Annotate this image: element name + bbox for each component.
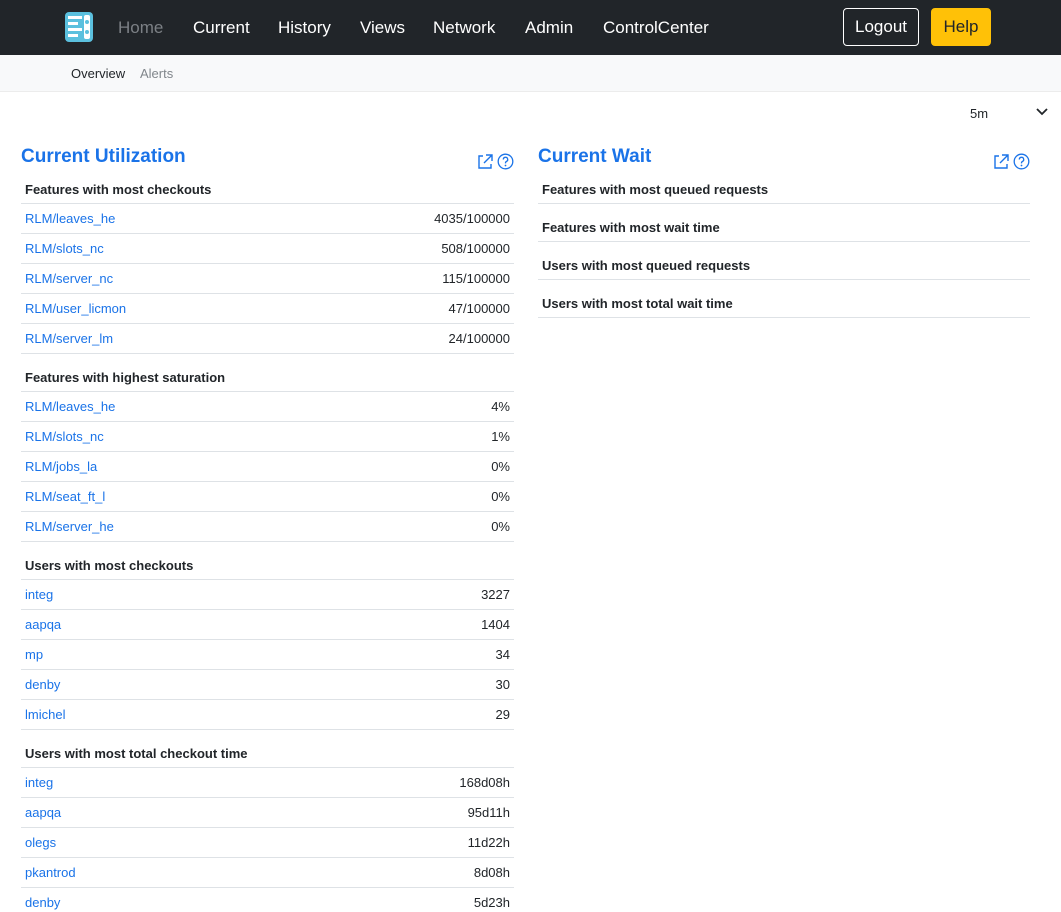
feature-link[interactable]: RLM/server_he xyxy=(25,519,114,534)
row-value: 34 xyxy=(495,647,510,662)
table-row: mp 34 xyxy=(21,640,514,670)
feature-link[interactable]: RLM/server_lm xyxy=(25,331,113,346)
user-link[interactable]: olegs xyxy=(25,835,56,850)
period-select[interactable]: 5m xyxy=(932,100,1054,126)
row-value: 1404 xyxy=(481,617,510,632)
table-row: aapqa 1404 xyxy=(21,610,514,640)
table-row: integ 168d08h xyxy=(21,768,514,798)
utilization-title: Current Utilization xyxy=(21,146,186,167)
row-value: 29 xyxy=(495,707,510,722)
utilization-table: Features with most checkouts RLM/leaves_… xyxy=(21,176,514,912)
subnav-alerts[interactable]: Alerts xyxy=(140,66,173,82)
table-row: RLM/leaves_he 4% xyxy=(21,392,514,422)
section-header: Users with most queued requests xyxy=(538,242,1030,280)
table-row: RLM/server_lm 24/100000 xyxy=(21,324,514,354)
help-button[interactable]: Help xyxy=(931,8,991,46)
section-header: Users with most checkouts xyxy=(21,542,514,580)
table-row: RLM/seat_ft_l 0% xyxy=(21,482,514,512)
feature-link[interactable]: RLM/slots_nc xyxy=(25,241,104,256)
wait-title: Current Wait xyxy=(538,146,652,167)
row-value: 24/100000 xyxy=(448,331,510,346)
question-circle-icon[interactable] xyxy=(497,153,514,170)
table-row: lmichel 29 xyxy=(21,700,514,730)
app-logo[interactable] xyxy=(65,12,93,42)
feature-link[interactable]: RLM/server_nc xyxy=(25,271,113,286)
row-value: 168d08h xyxy=(459,775,510,790)
feature-link[interactable]: RLM/leaves_he xyxy=(25,399,115,414)
external-link-icon[interactable] xyxy=(476,153,494,171)
row-value: 508/100000 xyxy=(441,241,510,256)
feature-link[interactable]: RLM/leaves_he xyxy=(25,211,115,226)
user-link[interactable]: aapqa xyxy=(25,805,61,820)
chevron-down-icon xyxy=(1036,108,1048,116)
section-header: Users with most total checkout time xyxy=(21,730,514,768)
table-row: RLM/leaves_he 4035/100000 xyxy=(21,204,514,234)
question-circle-icon[interactable] xyxy=(1013,153,1030,170)
table-row: integ 3227 xyxy=(21,580,514,610)
feature-link[interactable]: RLM/slots_nc xyxy=(25,429,104,444)
nav-network[interactable]: Network xyxy=(433,18,495,38)
wait-table: Features with most queued requests Featu… xyxy=(538,176,1030,318)
nav-controlcenter[interactable]: ControlCenter xyxy=(603,18,709,38)
user-link[interactable]: mp xyxy=(25,647,43,662)
user-link[interactable]: pkantrod xyxy=(25,865,76,880)
row-value: 1% xyxy=(491,429,510,444)
table-row: RLM/slots_nc 508/100000 xyxy=(21,234,514,264)
row-value: 30 xyxy=(495,677,510,692)
row-value: 11d22h xyxy=(467,835,510,850)
row-value: 0% xyxy=(491,489,510,504)
table-row: RLM/server_nc 115/100000 xyxy=(21,264,514,294)
feature-link[interactable]: RLM/jobs_la xyxy=(25,459,97,474)
row-value: 0% xyxy=(491,519,510,534)
feature-link[interactable]: RLM/seat_ft_l xyxy=(25,489,105,504)
table-row: denby 5d23h xyxy=(21,888,514,912)
section-header: Users with most total wait time xyxy=(538,280,1030,318)
row-value: 4% xyxy=(491,399,510,414)
user-link[interactable]: integ xyxy=(25,775,53,790)
logout-button[interactable]: Logout xyxy=(843,8,919,46)
section-header: Features with highest saturation xyxy=(21,354,514,392)
row-value: 5d23h xyxy=(473,895,510,910)
row-value: 3227 xyxy=(481,587,510,602)
table-row: aapqa 95d11h xyxy=(21,798,514,828)
table-row: denby 30 xyxy=(21,670,514,700)
utilization-actions xyxy=(476,153,516,173)
table-row: pkantrod 8d08h xyxy=(21,858,514,888)
row-value: 95d11h xyxy=(467,805,510,820)
feature-link[interactable]: RLM/user_licmon xyxy=(25,301,126,316)
subnav-overview[interactable]: Overview xyxy=(71,66,125,82)
user-link[interactable]: denby xyxy=(25,895,60,910)
table-row: RLM/jobs_la 0% xyxy=(21,452,514,482)
external-link-icon[interactable] xyxy=(992,153,1010,171)
row-value: 0% xyxy=(491,459,510,474)
nav-current[interactable]: Current xyxy=(193,18,250,38)
table-row: RLM/user_licmon 47/100000 xyxy=(21,294,514,324)
user-link[interactable]: aapqa xyxy=(25,617,61,632)
top-navbar: Home Current History Views Network Admin… xyxy=(0,0,1061,55)
row-value: 4035/100000 xyxy=(434,211,510,226)
wait-actions xyxy=(992,153,1032,173)
period-value: 5m xyxy=(970,106,989,121)
nav-admin[interactable]: Admin xyxy=(525,18,573,38)
table-row: olegs 11d22h xyxy=(21,828,514,858)
row-value: 8d08h xyxy=(473,865,510,880)
user-link[interactable]: lmichel xyxy=(25,707,65,722)
sub-navbar: Overview Alerts xyxy=(0,55,1061,92)
user-link[interactable]: integ xyxy=(25,587,53,602)
section-header: Features with most checkouts xyxy=(21,176,514,204)
table-row: RLM/server_he 0% xyxy=(21,512,514,542)
row-value: 115/100000 xyxy=(442,271,510,286)
user-link[interactable]: denby xyxy=(25,677,60,692)
nav-history[interactable]: History xyxy=(278,18,331,38)
table-row: RLM/slots_nc 1% xyxy=(21,422,514,452)
nav-home[interactable]: Home xyxy=(118,18,163,38)
section-header: Features with most wait time xyxy=(538,204,1030,242)
nav-views[interactable]: Views xyxy=(360,18,405,38)
row-value: 47/100000 xyxy=(448,301,510,316)
section-header: Features with most queued requests xyxy=(538,176,1030,204)
